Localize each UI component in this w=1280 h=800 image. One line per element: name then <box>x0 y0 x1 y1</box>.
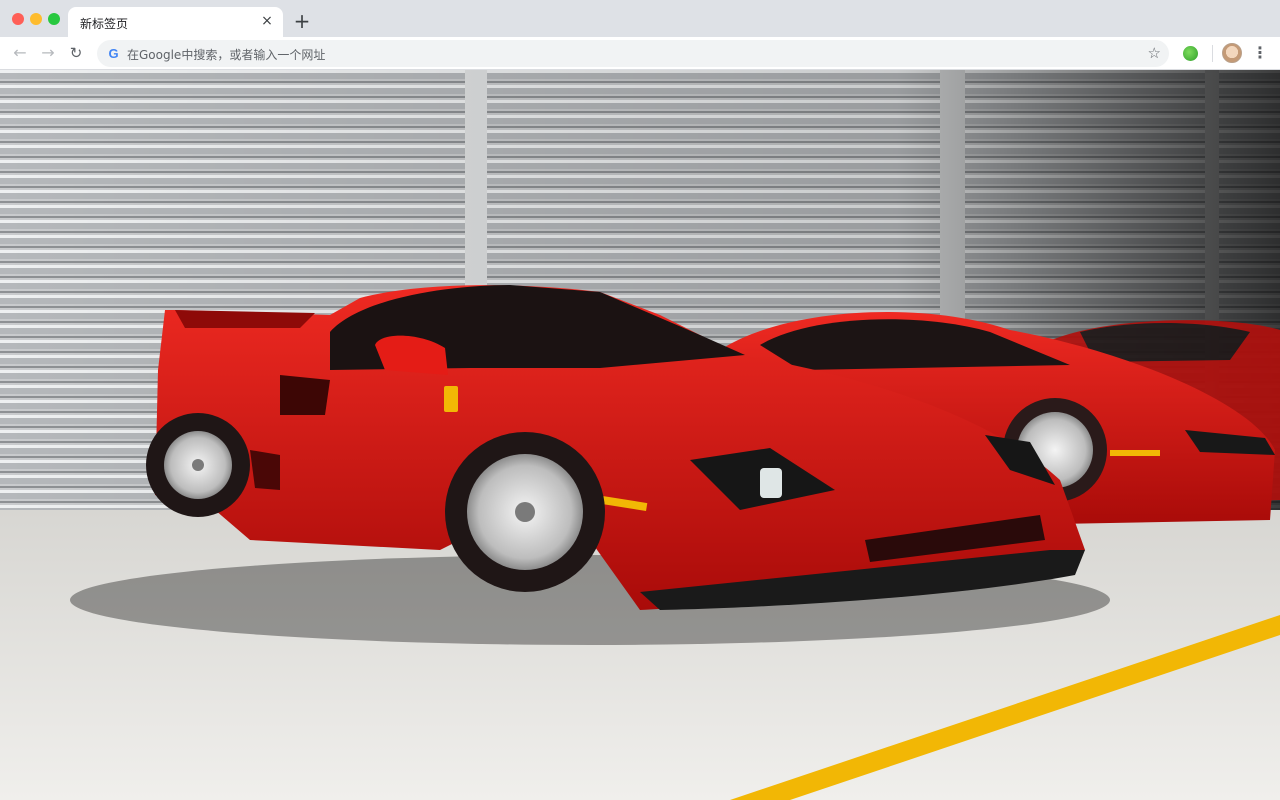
address-bar[interactable]: G 在Google中搜索，或者输入一个网址 ☆ <box>97 40 1169 67</box>
forward-arrow-icon[interactable]: → <box>38 43 58 63</box>
toolbar-divider <box>1212 45 1213 62</box>
window-maximize-button[interactable] <box>48 13 60 25</box>
menu-dots-icon[interactable]: ⋮ <box>1252 43 1268 63</box>
tab-strip: 新标签页 × + <box>0 0 1280 37</box>
window-close-button[interactable] <box>12 13 24 25</box>
google-icon: G <box>108 46 119 61</box>
new-tab-page <box>0 70 1280 800</box>
bookmark-star-icon[interactable]: ☆ <box>1148 44 1161 62</box>
tab-title: 新标签页 <box>80 17 129 31</box>
back-arrow-icon[interactable]: ← <box>10 43 30 63</box>
wallpaper-ferrari-image <box>0 70 1280 800</box>
new-tab-button[interactable]: + <box>292 11 312 32</box>
avatar-icon[interactable] <box>1222 43 1242 63</box>
extension-icon[interactable] <box>1183 46 1198 61</box>
close-icon[interactable]: × <box>259 13 275 29</box>
window-minimize-button[interactable] <box>30 13 42 25</box>
toolbar: ← → ↻ G 在Google中搜索，或者输入一个网址 ☆ ⋮ <box>0 37 1280 70</box>
tab-new-tab[interactable]: 新标签页 × <box>68 7 283 37</box>
reload-icon[interactable]: ↻ <box>66 43 86 63</box>
address-bar-placeholder: 在Google中搜索，或者输入一个网址 <box>127 48 326 62</box>
